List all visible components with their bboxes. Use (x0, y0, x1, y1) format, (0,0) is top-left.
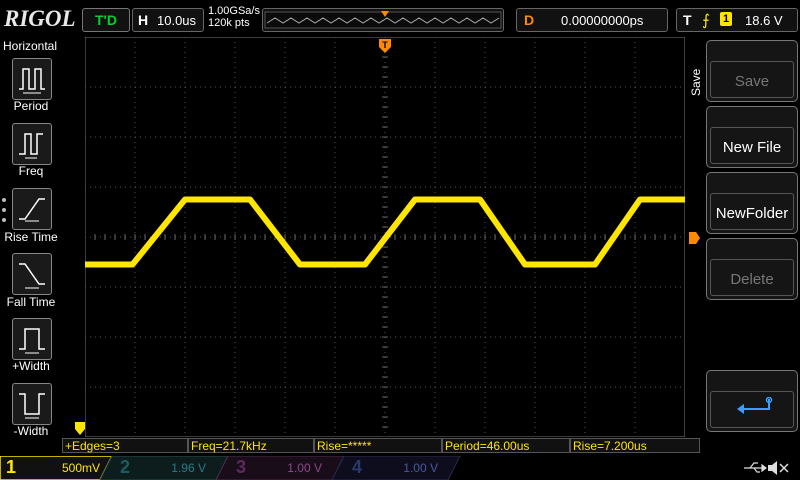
rise-time-icon (19, 198, 45, 222)
status-icons (744, 461, 789, 475)
trigger-source-badge: 1 (720, 12, 732, 26)
delay-label: D (524, 12, 535, 28)
positive-width-button[interactable] (12, 318, 52, 360)
ch2-number[interactable]: 2 (120, 457, 130, 478)
positive-width-icon (19, 328, 45, 354)
usb-icon (744, 462, 767, 473)
period-label: Period (13, 99, 49, 113)
new-folder-label: NewFolder (715, 205, 789, 222)
waveform-display[interactable] (85, 37, 685, 437)
fall-time-button[interactable] (12, 253, 52, 295)
freq-button[interactable] (12, 123, 52, 165)
brand-logo: RIGOL (4, 6, 76, 31)
measure-freq[interactable]: Freq=21.7kHz (188, 438, 314, 453)
negative-width-button[interactable] (12, 383, 52, 425)
trigger-level-marker (689, 232, 700, 244)
trigger-position-marker: T (379, 39, 391, 53)
left-menu-title: Horizontal (3, 39, 58, 53)
negative-width-label: -Width (13, 424, 49, 438)
rise-time-button[interactable] (12, 188, 52, 230)
return-button[interactable] (706, 370, 798, 432)
ch1-ground-marker (75, 422, 85, 435)
memory-position-track[interactable] (262, 8, 504, 32)
new-file-button[interactable]: New File (706, 106, 798, 168)
fall-time-label: Fall Time (6, 295, 56, 309)
trigger-box[interactable]: T ⨍ 1 18.6 V (676, 8, 798, 32)
ch4-scale[interactable]: 1.00 V (378, 461, 438, 475)
trigger-label: T (683, 12, 692, 28)
positive-width-label: +Width (12, 359, 50, 373)
waveform-overview (264, 11, 502, 29)
horizontal-label: H (138, 12, 149, 28)
run-status-badge[interactable]: T'D (82, 8, 130, 32)
period-icon (19, 68, 45, 94)
measure-period[interactable]: Period=46.00us (442, 438, 570, 453)
page-dot (2, 208, 6, 212)
freq-label: Freq (18, 164, 44, 178)
acquisition-info: 1.00GSa/s 120k pts (208, 5, 260, 29)
ch3-scale[interactable]: 1.00 V (262, 461, 322, 475)
delay-box[interactable]: D 0.00000000ps (516, 8, 668, 32)
ch2-scale[interactable]: 1.96 V (146, 461, 206, 475)
memory-depth: 120k pts (208, 17, 250, 29)
page-dot (2, 198, 6, 202)
return-arrow-icon (737, 397, 773, 414)
trigger-level: 18.6 V (745, 13, 783, 28)
fall-time-icon (19, 263, 45, 289)
negative-width-icon (19, 393, 45, 419)
horizontal-scale-box[interactable]: H 10.0us (132, 8, 204, 32)
page-dot (2, 218, 6, 222)
save-button[interactable]: Save (706, 40, 798, 102)
ch1-scale[interactable]: 500mV (30, 461, 100, 475)
rise-time-label: Rise Time (4, 230, 58, 244)
ch4-number[interactable]: 4 (352, 457, 362, 478)
delete-button[interactable]: Delete (706, 238, 798, 300)
right-menu-title: Save (689, 68, 703, 96)
measure-rise-time[interactable]: Rise=7.200us (570, 438, 700, 453)
delete-label: Delete (730, 271, 774, 288)
new-folder-button[interactable]: NewFolder (706, 172, 798, 234)
sample-rate: 1.00GSa/s (208, 5, 260, 17)
rising-edge-icon: ⨍ (702, 12, 710, 29)
new-file-label: New File (722, 139, 782, 156)
speaker-muted-icon (768, 461, 789, 475)
measure-rise[interactable]: Rise=***** (314, 438, 442, 453)
period-button[interactable] (12, 58, 52, 100)
ch1-number[interactable]: 1 (6, 457, 16, 478)
horizontal-value: 10.0us (157, 13, 197, 28)
freq-icon (19, 133, 43, 159)
delay-value: 0.00000000ps (561, 13, 644, 28)
ch3-number[interactable]: 3 (236, 457, 246, 478)
measure-edges[interactable]: +Edges=3 (62, 438, 188, 453)
save-label: Save (734, 73, 770, 90)
svg-text:T: T (382, 40, 388, 50)
run-status-text: T'D (95, 12, 117, 28)
